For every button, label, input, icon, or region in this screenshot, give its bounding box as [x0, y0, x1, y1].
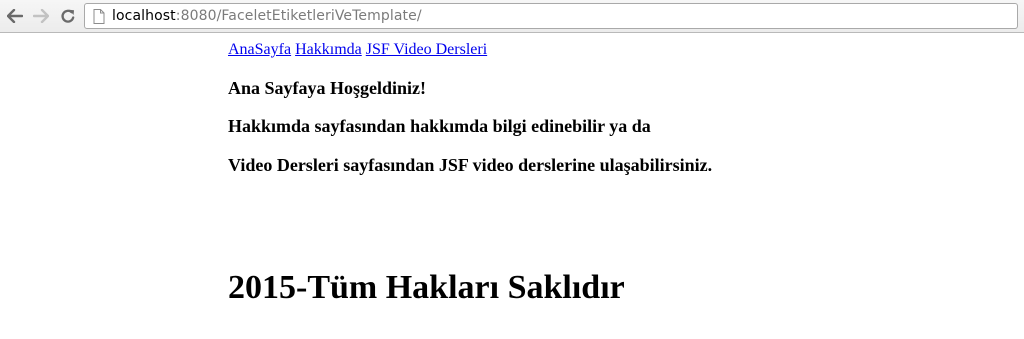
- page-content: AnaSayfa Hakkımda JSF Video Dersleri Ana…: [228, 40, 1008, 175]
- video-info-text: Video Dersleri sayfasından JSF video der…: [228, 155, 713, 175]
- page-icon: [93, 9, 105, 29]
- url-text: localhost:8080/FaceletEtiketleriVeTempla…: [112, 7, 422, 25]
- address-bar[interactable]: localhost:8080/FaceletEtiketleriVeTempla…: [84, 3, 1018, 29]
- nav-link-anasayfa[interactable]: AnaSayfa: [228, 41, 291, 58]
- nav-link-jsf-video-dersleri[interactable]: JSF Video Dersleri: [366, 41, 487, 58]
- forward-arrow-icon[interactable]: [32, 7, 50, 25]
- footer-copyright: 2015-Tüm Hakları Saklıdır: [228, 269, 625, 306]
- nav-link-hakkimda[interactable]: Hakkımda: [295, 41, 362, 58]
- welcome-heading: Ana Sayfaya Hoşgeldiniz!: [228, 78, 427, 98]
- url-path: :8080/FaceletEtiketleriVeTemplate/: [175, 8, 422, 24]
- browser-toolbar: localhost:8080/FaceletEtiketleriVeTempla…: [0, 0, 1024, 33]
- back-arrow-icon[interactable]: [6, 7, 24, 25]
- about-info-text: Hakkımda sayfasından hakkımda bilgi edin…: [228, 116, 651, 136]
- url-host: localhost: [112, 8, 176, 24]
- reload-icon[interactable]: [59, 7, 77, 25]
- nav-links: AnaSayfa Hakkımda JSF Video Dersleri: [228, 40, 1008, 60]
